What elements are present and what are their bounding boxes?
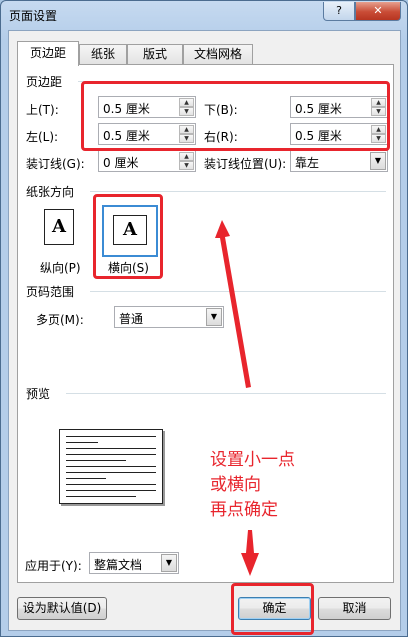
left-margin-spinner[interactable]: 0.5 厘米 ▲ ▼ xyxy=(98,123,196,145)
preview-line xyxy=(66,496,136,497)
divider xyxy=(90,191,386,192)
margins-panel: 页边距 上(T): 0.5 厘米 ▲ ▼ 下(B): 0.5 厘米 ▲ ▼ 左(… xyxy=(17,64,394,583)
gutter-position-select[interactable]: 靠左 ▼ xyxy=(290,150,388,172)
preview-line xyxy=(66,484,156,485)
bottom-margin-value: 0.5 厘米 xyxy=(295,102,342,116)
tab-label: 纸张 xyxy=(90,47,115,61)
annotation-text: 设置小一点 或横向 再点确定 xyxy=(210,448,295,523)
annotation-line: 或横向 xyxy=(210,475,261,495)
title-bar[interactable]: 页面设置 ? ✕ xyxy=(1,1,407,29)
apply-to-select[interactable]: 整篇文档 ▼ xyxy=(89,552,179,574)
set-default-button[interactable]: 设为默认值(D) xyxy=(17,597,107,620)
apply-to-value: 整篇文档 xyxy=(94,558,143,572)
portrait-option[interactable]: A xyxy=(34,205,90,257)
spin-up-icon[interactable]: ▲ xyxy=(179,98,194,107)
preview-line xyxy=(66,448,156,449)
pages-section-title: 页码范围 xyxy=(26,285,75,299)
landscape-page-icon: A xyxy=(113,215,147,245)
top-margin-value: 0.5 厘米 xyxy=(103,102,150,116)
tab-label: 版式 xyxy=(142,47,167,61)
spin-down-icon[interactable]: ▼ xyxy=(371,107,386,116)
apply-to-label: 应用于(Y): xyxy=(25,559,82,573)
preview-page xyxy=(59,429,163,504)
preview-line xyxy=(66,478,106,479)
tab-paper[interactable]: 纸张 xyxy=(79,44,127,64)
divider xyxy=(90,291,386,292)
right-margin-label: 右(R): xyxy=(204,130,238,144)
help-icon: ? xyxy=(336,4,342,17)
close-button[interactable]: ✕ xyxy=(355,2,401,21)
right-margin-spinner[interactable]: 0.5 厘米 ▲ ▼ xyxy=(290,123,388,145)
spin-up-icon[interactable]: ▲ xyxy=(371,125,386,134)
page-glyph: A xyxy=(52,216,66,237)
multiple-pages-select[interactable]: 普通 ▼ xyxy=(114,306,224,328)
bottom-margin-spinner[interactable]: 0.5 厘米 ▲ ▼ xyxy=(290,96,388,118)
gutter-position-value: 靠左 xyxy=(295,156,320,170)
tab-layout[interactable]: 版式 xyxy=(127,44,183,64)
left-margin-label: 左(L): xyxy=(26,130,59,144)
multiple-pages-label: 多页(M): xyxy=(36,313,84,327)
spin-down-icon[interactable]: ▼ xyxy=(179,161,194,170)
right-margin-value: 0.5 厘米 xyxy=(295,129,342,143)
cancel-button[interactable]: 取消 xyxy=(318,597,391,620)
chevron-down-icon[interactable]: ▼ xyxy=(206,308,222,326)
chevron-down-icon[interactable]: ▼ xyxy=(161,554,177,572)
divider xyxy=(78,81,386,82)
annotation-line: 再点确定 xyxy=(210,500,278,520)
tab-label: 文档网格 xyxy=(193,47,242,61)
multiple-pages-value: 普通 xyxy=(119,312,144,326)
chevron-down-icon[interactable]: ▼ xyxy=(370,152,386,170)
landscape-option[interactable]: A xyxy=(102,205,158,257)
ok-button[interactable]: 确定 xyxy=(238,597,311,620)
preview-section-title: 预览 xyxy=(26,387,51,401)
spin-down-icon[interactable]: ▼ xyxy=(179,134,194,143)
spin-down-icon[interactable]: ▼ xyxy=(179,107,194,116)
orientation-section-title: 纸张方向 xyxy=(26,185,75,199)
tab-document-grid[interactable]: 文档网格 xyxy=(183,44,253,64)
tab-margins[interactable]: 页边距 xyxy=(17,41,79,66)
landscape-label: 横向(S) xyxy=(108,261,149,275)
spin-up-icon[interactable]: ▲ xyxy=(179,125,194,134)
preview-line xyxy=(66,460,126,461)
page-glyph: A xyxy=(123,219,137,240)
preview-line xyxy=(66,442,98,443)
spin-down-icon[interactable]: ▼ xyxy=(371,134,386,143)
tab-label: 页边距 xyxy=(29,46,66,60)
divider xyxy=(66,393,386,394)
left-margin-value: 0.5 厘米 xyxy=(103,129,150,143)
dialog-client-area: 页边距 纸张 版式 文档网格 页边距 上(T): 0.5 厘米 ▲ ▼ 下(B)… xyxy=(8,30,401,631)
spin-up-icon[interactable]: ▲ xyxy=(179,152,194,161)
page-setup-dialog: 页面设置 ? ✕ 页边距 纸张 版式 文档网格 页边距 上(T): 0.5 厘米… xyxy=(0,0,408,637)
window-title: 页面设置 xyxy=(9,9,58,23)
top-margin-label: 上(T): xyxy=(26,103,59,117)
close-icon: ✕ xyxy=(373,4,383,17)
gutter-position-label: 装订线位置(U): xyxy=(204,157,287,171)
top-margin-spinner[interactable]: 0.5 厘米 ▲ ▼ xyxy=(98,96,196,118)
margins-section-title: 页边距 xyxy=(26,75,63,89)
preview-line xyxy=(66,472,156,473)
help-button[interactable]: ? xyxy=(323,2,355,21)
annotation-line: 设置小一点 xyxy=(210,450,295,470)
gutter-spinner[interactable]: 0 厘米 ▲ ▼ xyxy=(98,150,196,172)
portrait-page-icon: A xyxy=(44,209,74,245)
preview-line xyxy=(66,436,156,437)
gutter-label: 装订线(G): xyxy=(26,157,85,171)
preview-line xyxy=(66,466,156,467)
preview-line xyxy=(66,490,156,491)
preview-line xyxy=(66,454,156,455)
portrait-label: 纵向(P) xyxy=(40,261,81,275)
gutter-value: 0 厘米 xyxy=(103,156,139,170)
spin-up-icon[interactable]: ▲ xyxy=(371,98,386,107)
bottom-margin-label: 下(B): xyxy=(204,103,238,117)
